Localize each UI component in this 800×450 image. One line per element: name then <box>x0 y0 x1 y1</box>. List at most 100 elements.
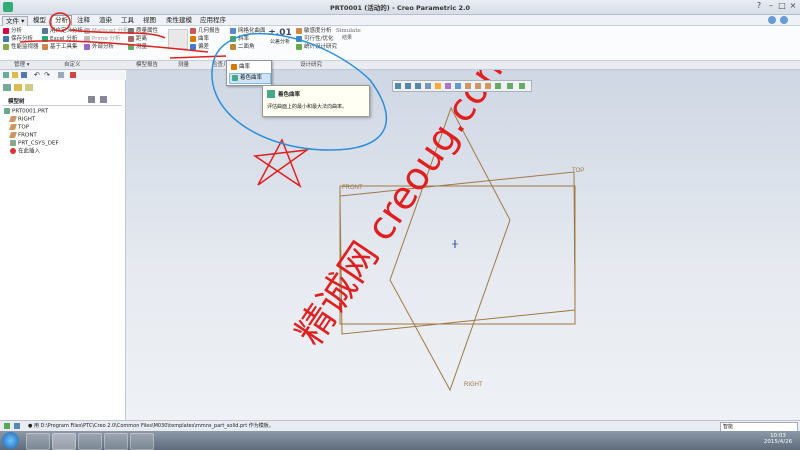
deviation-button[interactable]: 偏差 <box>190 43 220 51</box>
measure-button[interactable]: 测量 <box>128 43 158 51</box>
group-manage[interactable]: 管理 ▾ <box>14 61 30 69</box>
external-analysis-button[interactable]: 外部分析 <box>84 43 128 51</box>
mesh-surface-button[interactable]: 网格化曲面 <box>230 27 266 35</box>
monitor-icon <box>3 43 9 50</box>
mass-icon <box>128 27 134 34</box>
taskbar-ie-icon[interactable] <box>26 433 50 450</box>
save-analysis-button[interactable]: 保存分析 <box>3 35 39 43</box>
zoom-out-icon[interactable] <box>415 83 421 89</box>
ribbon-group-labels: 管理 ▾ 自定义 模型报告 测量 检查几何 ▾ 设计研究 <box>0 61 800 70</box>
view-toolbar <box>392 80 532 92</box>
slope-button[interactable]: 斜率 <box>230 35 266 43</box>
taskbar-creo-icon[interactable] <box>52 433 76 450</box>
mass-properties-button[interactable]: 质量属性 <box>128 27 158 35</box>
tab-tools[interactable]: 工具 <box>118 16 137 25</box>
curvature-check-button[interactable]: 曲率 <box>190 35 220 43</box>
curvature-icon <box>190 35 196 42</box>
toolkit-analysis-button[interactable]: 基于工具集 <box>42 43 83 51</box>
performance-monitor-button[interactable]: 性能监视器 <box>3 43 39 51</box>
tab-render[interactable]: 渲染 <box>96 16 115 25</box>
tolerance-analysis-button[interactable]: ±.01 公差分析 <box>268 28 292 50</box>
tree-item-csys[interactable]: PRT_CSYS_DEF <box>10 140 59 147</box>
model-tree-label: 模型树 <box>8 99 25 105</box>
mathcad-analysis-button[interactable]: Mathcad 分析 <box>84 27 128 35</box>
repaint-icon[interactable] <box>425 83 431 89</box>
model-tree-tab-icon[interactable] <box>3 84 11 91</box>
redo-icon[interactable]: ↷ <box>44 71 50 79</box>
maximize-button[interactable]: □ <box>777 1 787 11</box>
group-custom: 自定义 <box>64 62 81 68</box>
zoom-in-icon[interactable] <box>405 83 411 89</box>
close-button[interactable]: × <box>788 1 798 11</box>
tree-settings-icon[interactable] <box>88 96 95 103</box>
tree-item-right[interactable]: RIGHT <box>8 116 35 123</box>
status-icon[interactable] <box>4 423 10 429</box>
sensitivity-analysis-button[interactable]: 敏感度分析 <box>296 27 337 35</box>
ruler-icon[interactable] <box>168 29 188 49</box>
start-button[interactable] <box>2 432 19 449</box>
message-log-icon[interactable] <box>14 423 20 429</box>
distance-button[interactable]: 距离 <box>128 35 158 43</box>
tooltip: 着色曲率 评估曲面上的最小和最大法向曲率。 <box>262 85 370 117</box>
simulate-button[interactable]: Simulate 结果 <box>336 28 361 50</box>
close-window-icon[interactable] <box>70 72 76 78</box>
clock[interactable]: 10:03 2015/4/26 <box>760 433 796 445</box>
refit-icon[interactable] <box>395 83 401 89</box>
ribbon-col-analysis: 分析 保存分析 性能监视器 <box>3 27 39 51</box>
point-display-icon[interactable] <box>485 83 491 89</box>
show-icon[interactable] <box>100 96 107 103</box>
tab-model[interactable]: 模型 <box>30 16 49 25</box>
statistics-icon <box>296 43 302 50</box>
new-icon[interactable] <box>3 72 9 78</box>
tree-item-top[interactable]: TOP <box>8 124 29 131</box>
feasibility-button[interactable]: 可行性/优化 <box>296 35 337 43</box>
tab-flexible-modeling[interactable]: 柔性建模 <box>163 16 195 25</box>
deviation-icon <box>190 43 196 50</box>
mesh-icon <box>230 27 236 34</box>
csys-display-icon[interactable] <box>495 83 501 89</box>
tree-item-part[interactable]: PRT0001.PRT <box>4 108 48 115</box>
prime-analysis-button[interactable]: Prime 分析 <box>84 35 128 43</box>
menu-item-shaded-curvature[interactable]: 着色曲率 <box>229 73 271 84</box>
minimize-button[interactable]: – <box>766 1 776 11</box>
tree-item-front[interactable]: FRONT <box>8 132 37 139</box>
undo-icon[interactable]: ↶ <box>34 71 40 79</box>
part-icon <box>4 108 10 114</box>
ribbon-tabs: 文件 ▾ 模型 分析 注释 渲染 工具 视图 柔性建模 应用程序 <box>0 15 800 27</box>
tab-view[interactable]: 视图 <box>140 16 159 25</box>
statistical-design-button[interactable]: 统计设计研究 <box>296 43 337 51</box>
help-icon[interactable]: ? <box>754 1 764 11</box>
spin-center-icon[interactable] <box>507 83 513 89</box>
tree-item-insert-here[interactable]: 在此插入 <box>10 148 40 155</box>
menu-item-curvature[interactable]: 曲率 <box>229 63 269 72</box>
display-style-icon[interactable] <box>435 83 441 89</box>
save-file-icon[interactable] <box>21 72 27 78</box>
graphics-window[interactable]: FRONT TOP RIGHT 精诚网 creoug.com <box>126 70 800 420</box>
saved-views-icon[interactable] <box>445 83 451 89</box>
datum-plane-icon <box>8 132 18 138</box>
tab-analysis[interactable]: 分析 <box>51 15 72 25</box>
analysis-button[interactable]: 分析 <box>3 27 39 35</box>
taskbar-explorer-icon[interactable] <box>78 433 102 450</box>
open-icon[interactable] <box>12 72 18 78</box>
info-icon[interactable] <box>780 16 788 24</box>
quick-access-toolbar: ↶ ↷ <box>0 70 125 80</box>
plane-display-icon[interactable] <box>465 83 471 89</box>
view-manager-icon[interactable] <box>455 83 461 89</box>
tab-annotate[interactable]: 注释 <box>74 16 93 25</box>
toolkit-icon <box>42 43 48 50</box>
help-circle-icon[interactable] <box>768 16 776 24</box>
taskbar-app-icon[interactable] <box>104 433 128 450</box>
user-defined-analysis-button[interactable]: 用户定义分析 <box>42 27 83 35</box>
annotation-display-icon[interactable] <box>519 83 525 89</box>
geometry-report-button[interactable]: 几何报告 <box>190 27 220 35</box>
taskbar-app2-icon[interactable] <box>130 433 154 450</box>
excel-analysis-button[interactable]: Excel 分析 <box>42 35 83 43</box>
dihedral-button[interactable]: 二面角 <box>230 43 266 51</box>
regenerate-icon[interactable] <box>58 72 64 78</box>
axis-display-icon[interactable] <box>475 83 481 89</box>
favorites-tab-icon[interactable] <box>25 84 33 91</box>
folder-tab-icon[interactable] <box>14 84 22 91</box>
tab-applications[interactable]: 应用程序 <box>197 16 229 25</box>
insert-arrow-icon <box>10 148 16 154</box>
